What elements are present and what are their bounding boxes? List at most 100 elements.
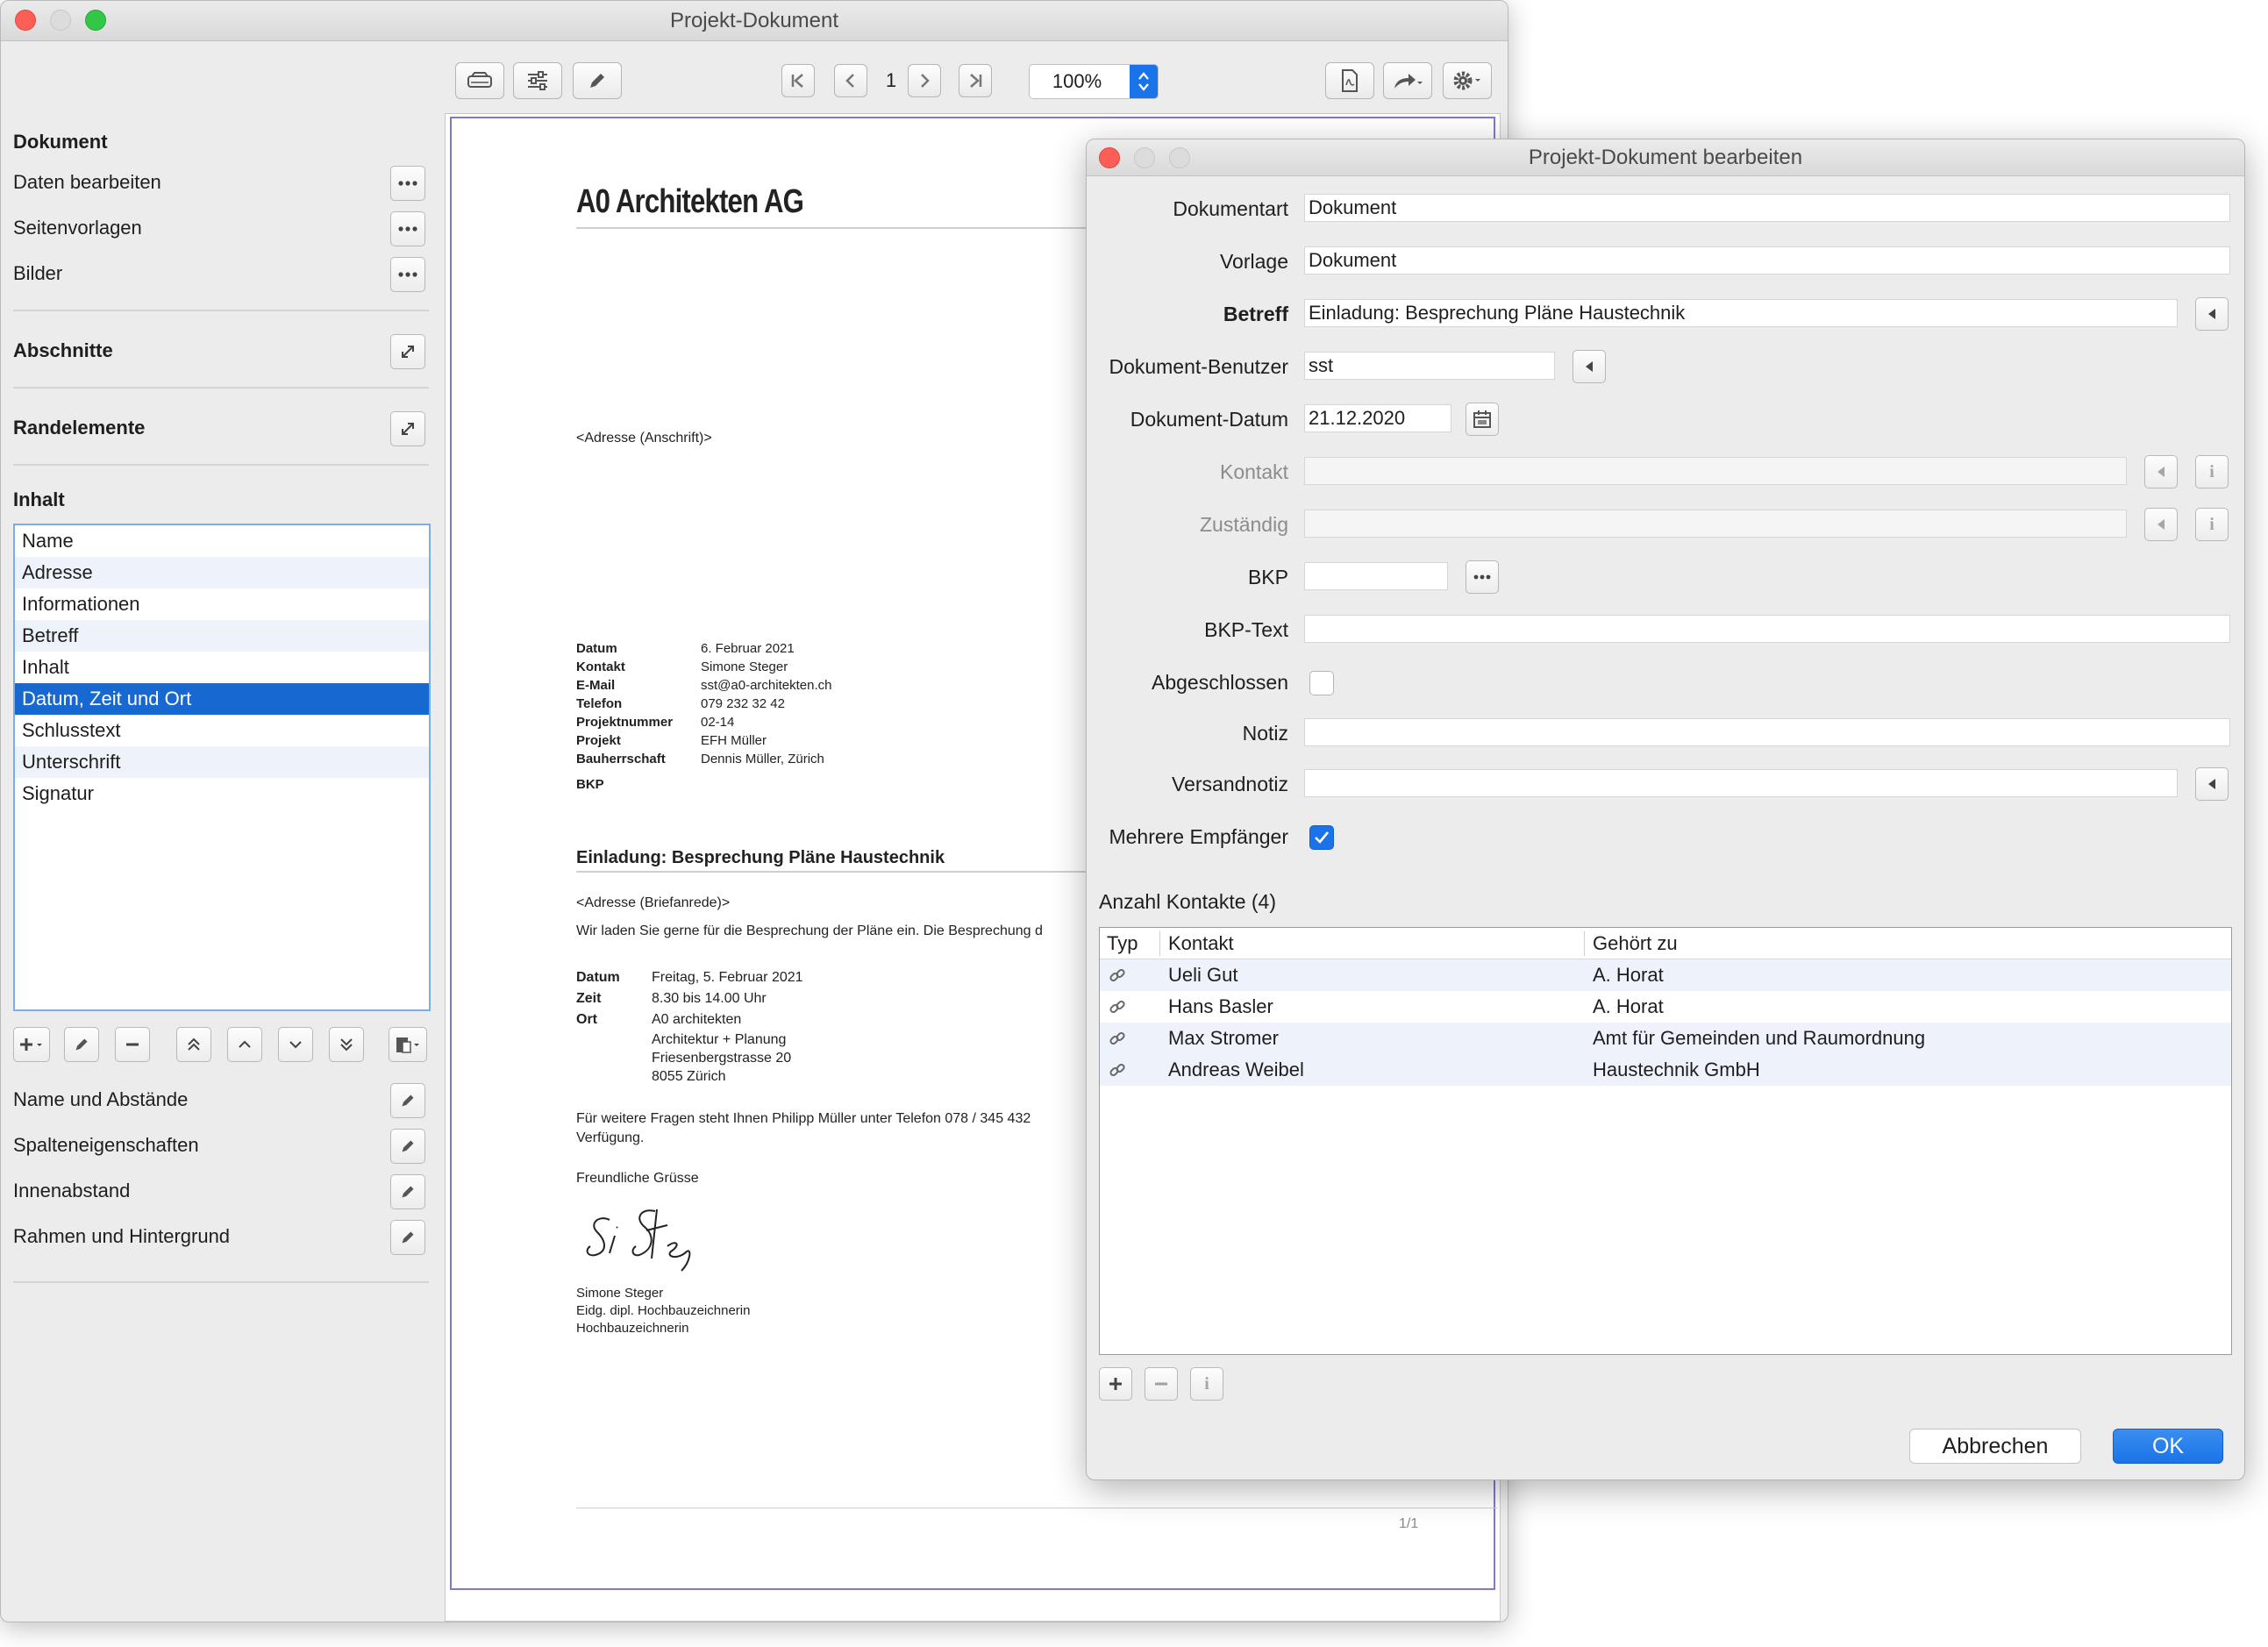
- list-item[interactable]: Betreff: [15, 620, 429, 652]
- betreff-field[interactable]: Einladung: Besprechung Pläne Haustechnik: [1304, 299, 2178, 327]
- betreff-dropdown-button[interactable]: [2195, 297, 2229, 331]
- spalteneigenschaften-edit-button[interactable]: [390, 1129, 425, 1164]
- list-item[interactable]: Informationen: [15, 588, 429, 620]
- zoom-select[interactable]: 100%: [1029, 64, 1159, 99]
- next-page-button[interactable]: [908, 64, 941, 97]
- benutzer-field[interactable]: sst: [1304, 352, 1555, 380]
- benutzer-dropdown-button[interactable]: [1573, 350, 1606, 383]
- name-und-abstaende-label: Name und Abstände: [13, 1088, 189, 1110]
- pdf-export-button[interactable]: [1325, 62, 1374, 99]
- ok-button[interactable]: OK: [2113, 1429, 2223, 1464]
- bkp-text-field[interactable]: [1304, 615, 2230, 643]
- last-page-button[interactable]: [959, 64, 992, 97]
- list-item[interactable]: Name: [15, 525, 429, 557]
- versandnotiz-dropdown-button[interactable]: [2195, 767, 2229, 801]
- table-row[interactable]: Hans Basler A. Horat: [1100, 991, 2231, 1023]
- document-subject: Einladung: Besprechung Pläne Haustechnik: [576, 848, 945, 867]
- greeting: Freundliche Grüsse: [576, 1171, 699, 1186]
- sliders-icon: [528, 71, 547, 90]
- previous-page-button[interactable]: [834, 64, 867, 97]
- seitenvorlagen-label[interactable]: Seitenvorlagen: [13, 217, 142, 239]
- move-up-button[interactable]: [227, 1027, 262, 1062]
- kontakt-dropdown-button[interactable]: [2144, 455, 2178, 488]
- info-icon: i: [2209, 514, 2215, 534]
- contact-belongs-to: A. Horat: [1593, 995, 1664, 1017]
- contact-belongs-to: A. Horat: [1593, 964, 1664, 986]
- innenabstand-edit-button[interactable]: [390, 1174, 425, 1209]
- list-item[interactable]: Signatur: [15, 778, 429, 809]
- list-item[interactable]: Schlusstext: [15, 715, 429, 746]
- clipboard-icon: [396, 1037, 419, 1053]
- bilder-label[interactable]: Bilder: [13, 262, 62, 285]
- zustaendig-field[interactable]: [1304, 510, 2127, 538]
- table-row[interactable]: Max Stromer Amt für Gemeinden und Raumor…: [1100, 1023, 2231, 1054]
- bkp-text-label: BKP-Text: [1204, 618, 1288, 641]
- kontakt-info-button[interactable]: i: [2195, 455, 2229, 488]
- bkp-select-button[interactable]: [1466, 560, 1499, 594]
- move-down-button[interactable]: [278, 1027, 313, 1062]
- edit-content-button[interactable]: [64, 1027, 99, 1062]
- first-page-button[interactable]: [781, 64, 815, 97]
- kontakt-field[interactable]: [1304, 457, 2127, 485]
- pencil-icon: [402, 1094, 414, 1107]
- abschnitte-expand-button[interactable]: [390, 334, 425, 369]
- ellipsis-icon: [398, 181, 417, 186]
- list-item[interactable]: Adresse: [15, 557, 429, 588]
- rahmen-und-hintergrund-edit-button[interactable]: [390, 1220, 425, 1255]
- randelemente-expand-button[interactable]: [390, 411, 425, 446]
- pdf-icon: [1342, 69, 1358, 92]
- edit-button[interactable]: [573, 62, 622, 99]
- name-und-abstaende-edit-button[interactable]: [390, 1083, 425, 1118]
- pencil-icon: [402, 1231, 414, 1244]
- remove-contact-button[interactable]: [1145, 1367, 1178, 1401]
- info-value: EFH Müller: [701, 733, 767, 748]
- add-content-button[interactable]: [13, 1027, 50, 1062]
- bilder-button[interactable]: [390, 257, 425, 292]
- updown-chevron-icon: [1138, 72, 1149, 91]
- versandnotiz-field[interactable]: [1304, 769, 2178, 797]
- abgeschlossen-checkbox[interactable]: [1309, 671, 1334, 695]
- list-item[interactable]: Inhalt: [15, 652, 429, 683]
- notiz-field[interactable]: [1304, 718, 2230, 746]
- drive-icon: [467, 72, 492, 88]
- pencil-icon: [402, 1140, 414, 1152]
- seitenvorlagen-button[interactable]: [390, 211, 425, 246]
- column-header-typ[interactable]: Typ: [1107, 928, 1138, 959]
- gear-menu-button[interactable]: [1443, 62, 1492, 99]
- table-row[interactable]: Andreas Weibel Haustechnik GmbH: [1100, 1054, 2231, 1086]
- zustaendig-info-button[interactable]: i: [2195, 508, 2229, 541]
- move-to-bottom-button[interactable]: [329, 1027, 364, 1062]
- info-value: Simone Steger: [701, 660, 788, 674]
- date-picker-button[interactable]: [1466, 403, 1499, 436]
- column-header-gehoert-zu[interactable]: Gehört zu: [1593, 928, 1678, 959]
- gear-icon: [1453, 71, 1480, 90]
- add-contact-button[interactable]: [1099, 1367, 1132, 1401]
- settings-sliders-button[interactable]: [513, 62, 562, 99]
- move-to-top-button[interactable]: [176, 1027, 211, 1062]
- zustaendig-dropdown-button[interactable]: [2144, 508, 2178, 541]
- list-item[interactable]: Unterschrift: [15, 746, 429, 778]
- mehrere-empfaenger-checkbox[interactable]: [1309, 825, 1334, 850]
- daten-bearbeiten-label[interactable]: Daten bearbeiten: [13, 171, 161, 194]
- datum-field[interactable]: 21.12.2020: [1304, 404, 1451, 432]
- cancel-button[interactable]: Abbrechen: [1909, 1429, 2081, 1464]
- dialog-title-bar: Projekt-Dokument bearbeiten: [1087, 139, 2244, 176]
- sidebar-divider: [13, 310, 429, 311]
- contact-info-button[interactable]: i: [1190, 1367, 1223, 1401]
- share-button[interactable]: [1383, 62, 1432, 99]
- column-header-kontakt[interactable]: Kontakt: [1168, 928, 1234, 959]
- bkp-field[interactable]: [1304, 562, 1448, 590]
- paste-menu-button[interactable]: [389, 1027, 427, 1062]
- zoom-stepper[interactable]: [1130, 65, 1158, 98]
- remove-content-button[interactable]: [115, 1027, 150, 1062]
- vorlage-field[interactable]: Dokument: [1304, 246, 2230, 274]
- share-arrow-icon: [1394, 74, 1423, 89]
- info-value: 6. Februar 2021: [701, 641, 795, 656]
- contacts-table[interactable]: Typ Kontakt Gehört zu Ueli Gut A. Horat …: [1099, 927, 2232, 1355]
- table-row[interactable]: Ueli Gut A. Horat: [1100, 959, 2231, 991]
- dokumentart-field[interactable]: Dokument: [1304, 194, 2230, 222]
- content-list[interactable]: Name Adresse Informationen Betreff Inhal…: [13, 524, 431, 1011]
- list-item-selected[interactable]: Datum, Zeit und Ort: [15, 683, 429, 715]
- daten-bearbeiten-button[interactable]: [390, 166, 425, 201]
- drive-button[interactable]: [455, 62, 504, 99]
